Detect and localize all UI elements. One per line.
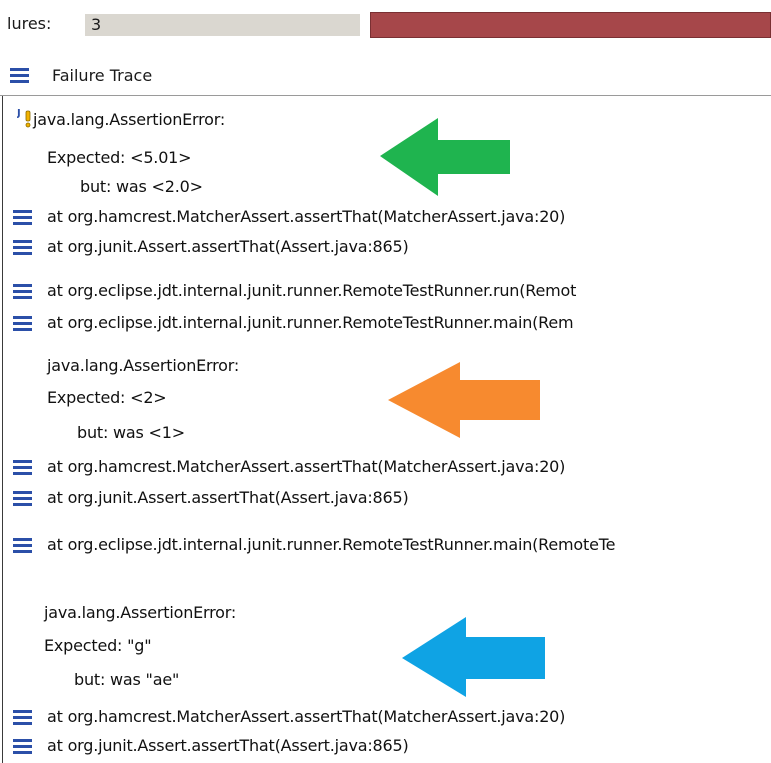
failure-trace-title: Failure Trace: [52, 66, 153, 85]
trace-line[interactable]: Expected: <2>: [47, 388, 167, 408]
trace-line[interactable]: at org.hamcrest.MatcherAssert.assertThat…: [47, 207, 565, 227]
stack-trace-icon: [10, 68, 29, 83]
trace-line[interactable]: java.lang.AssertionError:: [47, 356, 239, 376]
trace-line[interactable]: but: was "ae": [74, 670, 179, 690]
failure-trace-header: Failure Trace: [0, 58, 771, 96]
trace-line[interactable]: at org.eclipse.jdt.internal.junit.runner…: [47, 281, 576, 301]
trace-line[interactable]: Expected: <5.01>: [47, 148, 192, 168]
view-border: [2, 0, 3, 763]
svg-text:J: J: [17, 108, 21, 119]
stack-frame-icon: [13, 284, 32, 299]
test-progress-bar: [370, 12, 771, 38]
orange-arrow-icon: [388, 362, 540, 438]
stack-frame-icon: [13, 739, 32, 754]
failures-count: 3: [85, 14, 360, 36]
trace-line[interactable]: at org.junit.Assert.assertThat(Assert.ja…: [47, 237, 409, 257]
trace-line[interactable]: Expected: "g": [44, 636, 152, 656]
green-arrow-icon: [380, 118, 510, 196]
stack-frame-icon: [13, 491, 32, 506]
blue-arrow-icon: [402, 617, 545, 697]
stack-frame-icon: [13, 316, 32, 331]
stack-frame-icon: [13, 210, 32, 225]
stack-frame-icon: [13, 538, 32, 553]
trace-line[interactable]: at org.eclipse.jdt.internal.junit.runner…: [47, 313, 574, 333]
stack-frame-icon: [13, 240, 32, 255]
trace-line[interactable]: at org.junit.Assert.assertThat(Assert.ja…: [47, 736, 409, 756]
stack-frame-icon: [13, 710, 32, 725]
failures-label: lures:: [7, 14, 52, 33]
trace-line[interactable]: at org.eclipse.jdt.internal.junit.runner…: [47, 535, 615, 555]
trace-line[interactable]: but: was <2.0>: [80, 177, 203, 197]
trace-line[interactable]: at org.hamcrest.MatcherAssert.assertThat…: [47, 707, 565, 727]
trace-line[interactable]: at org.junit.Assert.assertThat(Assert.ja…: [47, 488, 409, 508]
stack-frame-icon: [13, 460, 32, 475]
trace-line[interactable]: but: was <1>: [77, 423, 185, 443]
trace-line[interactable]: java.lang.AssertionError:: [33, 110, 225, 130]
junit-status-bar: lures: 3: [0, 0, 771, 58]
trace-line[interactable]: at org.hamcrest.MatcherAssert.assertThat…: [47, 457, 565, 477]
trace-line[interactable]: java.lang.AssertionError:: [44, 603, 236, 623]
